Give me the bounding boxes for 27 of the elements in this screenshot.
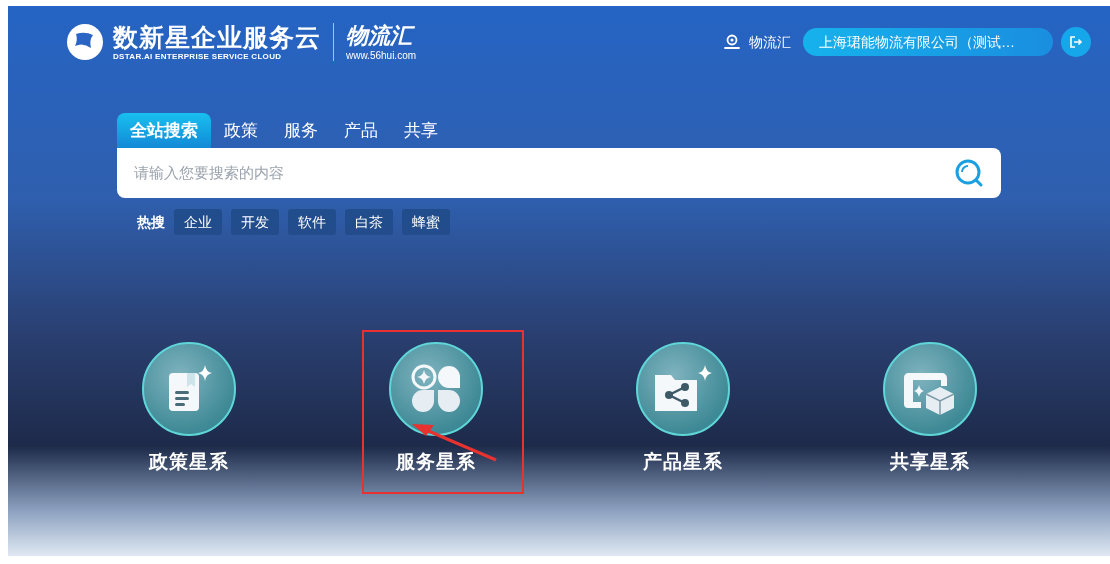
search-tab[interactable]: 共享 [391,113,451,148]
hot-search-tag[interactable]: 开发 [231,209,279,235]
clover-grid-icon [409,362,462,415]
brand-subtitle: DSTAR.AI ENTERPRISE SERVICE CLOUD [113,52,283,62]
hot-search-tag[interactable]: 白茶 [345,209,393,235]
search-bar[interactable]: 请输入您要搜索的内容 [117,148,1001,198]
galaxy-label[interactable]: 服务星系 [395,447,476,476]
logo-icon [65,22,105,62]
hot-search-tag[interactable]: 企业 [174,209,222,235]
search-field[interactable]: 请输入您要搜索的内容 [134,161,954,185]
search-tab[interactable]: 产品 [331,113,391,148]
galaxy-label[interactable]: 政策星系 [148,447,229,476]
galaxy-label[interactable]: 产品星系 [642,447,723,476]
search-tab[interactable]: 政策 [211,113,271,148]
search-tab[interactable]: 服务 [271,113,331,148]
hot-search-tag[interactable]: 软件 [288,209,336,235]
search-icon[interactable] [954,158,984,188]
logout-button[interactable] [1061,27,1091,57]
logout-icon [1069,35,1083,49]
location-pin-icon [723,33,741,51]
hot-search-tag[interactable]: 蜂蜜 [402,209,450,235]
hot-search-label: 热搜 [137,212,165,232]
partner-url: www.56hui.com [346,50,417,62]
location-label[interactable]: 物流汇 [749,31,791,53]
brand-title: 数新星企业服务云 [113,22,321,52]
partner-name: 物流汇 [346,22,417,50]
galaxy-label[interactable]: 共享星系 [889,447,970,476]
